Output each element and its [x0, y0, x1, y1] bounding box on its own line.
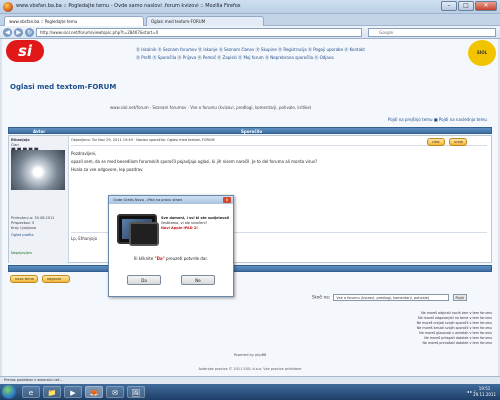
- siol-logo[interactable]: SIOL: [468, 40, 496, 66]
- close-button[interactable]: ✕: [475, 1, 497, 11]
- tab-active[interactable]: www.vbsfan.ba :: Pogledajte temu: [4, 16, 144, 26]
- tab-bar: www.vbsfan.ba :: Pogledajte temu Oglasi …: [0, 14, 500, 26]
- post-line-3: Hvala za vse odgovore, lep pozdrav.: [71, 167, 144, 172]
- post-line-2: opazil sem, da se med besedilom forumski…: [71, 159, 318, 164]
- post-body: Pozdravljeni, opazil sem, da se med bese…: [71, 150, 489, 174]
- post-table: Ethanjojo Član ■■■■■ Pridružen/-a: 30.08…: [8, 135, 492, 264]
- dialog-prompt-highlight: "Da": [154, 256, 165, 261]
- user-status: Neprijavljen: [11, 251, 32, 255]
- site-logo[interactable]: si: [6, 40, 44, 62]
- post-footer-bar: [8, 265, 492, 272]
- dialog-title: Ovde Gratis Novo - iPad na pravu strani: [109, 196, 233, 204]
- powered-by[interactable]: Powered by phpBB: [2, 353, 498, 357]
- page-title[interactable]: Oglasi med textom-FORUM: [10, 83, 116, 91]
- reload-icon[interactable]: ↻: [25, 28, 34, 37]
- windows-taskbar: e 📁 ▶ 🦊 ✉ 🖼 ◂ ▸ ♪ 19:51 29.11.2011: [0, 384, 500, 400]
- jump-to-forum: Skoči na: Vse o forumu (kvizovi, predlog…: [312, 294, 467, 301]
- reply-button[interactable]: odgovor: [42, 275, 70, 283]
- post-line-1: Pozdravljeni,: [71, 151, 97, 156]
- new-topic-button[interactable]: nova tema: [10, 275, 38, 283]
- tab-second[interactable]: Oglasi med textom-FORUM: [146, 16, 264, 26]
- dialog-prompt-pre: Ili kliknite: [134, 256, 154, 261]
- copyright: Avtorske pravice © 2011 SiOL d.o.o. Vse …: [198, 367, 302, 371]
- breadcrumb[interactable]: www.siol.net/forum · Seznam forumov · Vs…: [110, 105, 311, 110]
- user-info-location: Kraj: Ljubljana: [11, 226, 36, 230]
- window-title: www.vbsfan.ba.ba :: Pogledajte temu - Ov…: [16, 3, 241, 9]
- user-info-joined: Pridružen/-a: 30.08.2011: [11, 216, 55, 220]
- post-username[interactable]: Ethanjojo: [11, 138, 30, 142]
- popup-dialog: Ovde Gratis Novo - iPad na pravu strani …: [108, 195, 234, 297]
- jump-go-button[interactable]: Pojdi: [452, 294, 467, 301]
- taskbar-explorer-icon[interactable]: 📁: [43, 386, 61, 398]
- top-nav-links-row2[interactable]: Ⓡ Profil Ⓡ Sporočila Ⓡ Prijava Ⓡ Pomoč Ⓡ…: [136, 55, 334, 61]
- taskbar-photos-icon[interactable]: 🖼: [127, 386, 145, 398]
- post-divider: [71, 145, 487, 146]
- post-meta: Objavljeno: Tor Nov 29, 2011 19:49 · Nas…: [71, 138, 215, 142]
- topic-pager[interactable]: Pojdi na prejšnjo temu ■ Pojdi na nasled…: [388, 117, 487, 122]
- forward-icon[interactable]: ▶: [14, 28, 23, 37]
- minimize-button[interactable]: –: [441, 1, 457, 11]
- message-column-header: Sporočilo: [241, 129, 263, 134]
- address-bar[interactable]: http://www.siol.net/forum/viewtopic.php?…: [36, 28, 362, 37]
- taskbar-ie-icon[interactable]: e: [22, 386, 40, 398]
- edit-button[interactable]: uredi: [449, 138, 467, 146]
- user-panel: Ethanjojo Član ■■■■■ Pridružen/-a: 30.08…: [9, 136, 69, 264]
- jump-select[interactable]: Vse o forumu (kvizovi, predlogi, komenta…: [333, 294, 450, 301]
- forum-permissions: Ne moreš odpirati novih tem v tem forumu…: [362, 311, 492, 346]
- jump-label: Skoči na:: [312, 294, 331, 300]
- quote-button[interactable]: citat: [427, 138, 445, 146]
- ipad-back-image: [129, 222, 159, 246]
- dialog-message: Sve domeni, i svi ki ste sudjelovali čes…: [161, 216, 231, 231]
- taskbar-mail-icon[interactable]: ✉: [106, 386, 124, 398]
- author-column-header: Avtor: [33, 129, 46, 134]
- firefox-icon: [3, 2, 13, 12]
- dialog-yes-button[interactable]: Da: [127, 275, 161, 285]
- post-header-bar: Avtor Sporočilo: [8, 127, 492, 134]
- permission-line: Ne moreš prenašati datotek v tem forumu: [422, 341, 492, 345]
- dialog-message-prize: Novi Apple iPAD 2!: [161, 226, 198, 230]
- dialog-no-button[interactable]: Ne: [181, 275, 215, 285]
- taskbar-firefox-icon[interactable]: 🦊: [85, 386, 103, 398]
- start-button[interactable]: [2, 385, 16, 399]
- taskbar-clock[interactable]: 19:51 29.11.2011: [473, 386, 496, 398]
- dialog-prompt-post: preuzeti potvrde dar.: [166, 256, 208, 261]
- maximize-button[interactable]: □: [458, 1, 474, 11]
- taskbar-media-icon[interactable]: ▶: [64, 386, 82, 398]
- user-avatar: [11, 150, 65, 190]
- dialog-close-icon[interactable]: x: [223, 197, 231, 203]
- user-info-posts: Prispevkov: 5: [11, 221, 35, 225]
- browser-statusbar: Prenos podatkov s www.siol.net...: [0, 376, 500, 384]
- window-titlebar: www.vbsfan.ba.ba :: Pogledajte temu - Ov…: [0, 0, 500, 14]
- clock-date: 29.11.2011: [473, 392, 496, 397]
- back-icon[interactable]: ◀: [3, 28, 12, 37]
- top-nav-links-row1[interactable]: Ⓡ Iskalnik Ⓡ Seznam forumov Ⓡ Iskanje Ⓡ …: [136, 47, 365, 53]
- navigation-toolbar: ◀ ▶ ↻ http://www.siol.net/forum/viewtopi…: [0, 26, 500, 39]
- web-page: si SIOL Ⓡ Iskalnik Ⓡ Seznam forumov Ⓡ Is…: [2, 39, 498, 376]
- search-input[interactable]: Google: [368, 28, 496, 37]
- dialog-prompt: Ili kliknite "Da" preuzeti potvrde dar.: [109, 256, 233, 261]
- view-profile-link[interactable]: Ogled profila: [11, 233, 33, 237]
- post-signature: Lp, Ethanjojo: [71, 236, 98, 241]
